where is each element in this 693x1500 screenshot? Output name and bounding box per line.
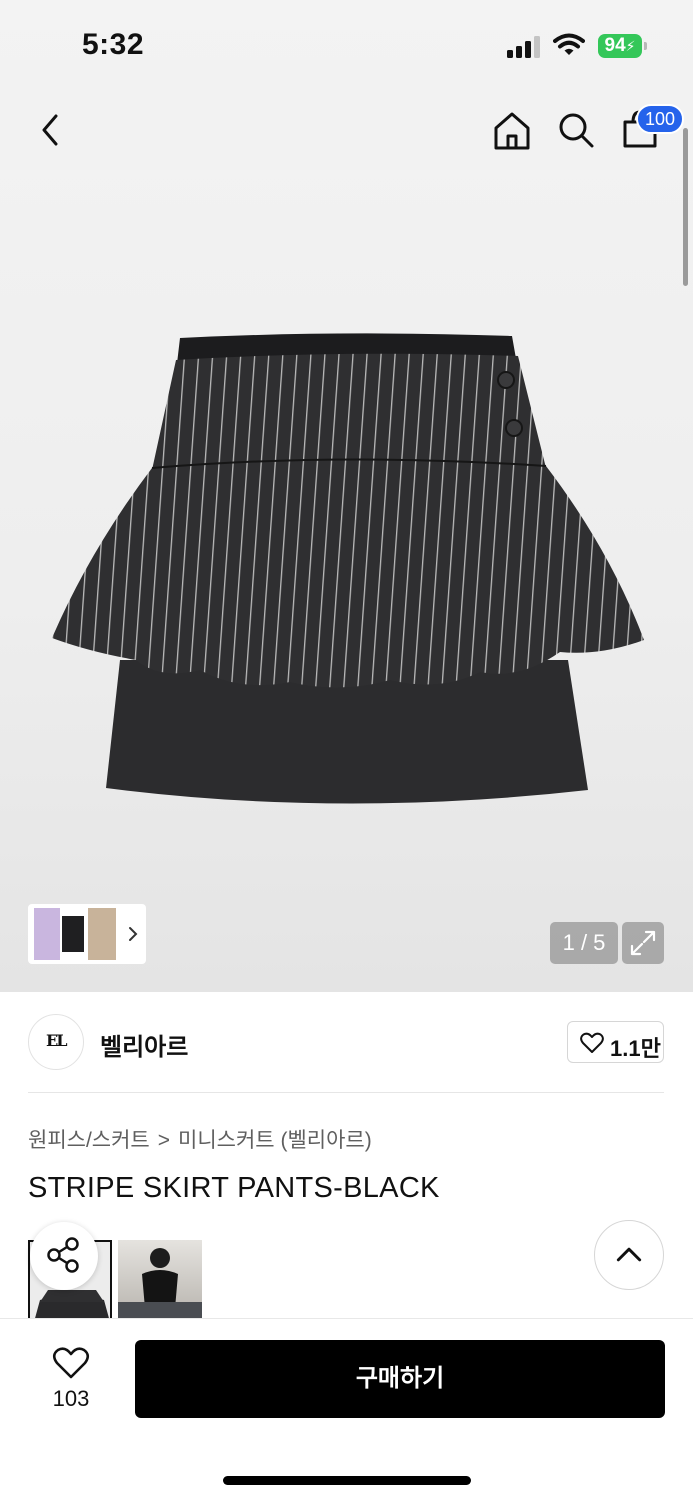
heart-icon[interactable]	[52, 1346, 90, 1380]
back-chevron-icon[interactable]	[34, 110, 68, 150]
battery-icon: 94⚡	[598, 34, 642, 58]
product-photo[interactable]	[40, 320, 660, 830]
home-indicator[interactable]	[223, 1476, 471, 1485]
wifi-icon	[553, 33, 585, 55]
page-indicator: 1 / 5	[550, 922, 618, 964]
share-icon[interactable]	[30, 1222, 98, 1290]
breadcrumb: 원피스/스커트 > 미니스커트 (벨리아르)	[28, 1124, 372, 1154]
brand-logo-mark: ЕL	[46, 1031, 68, 1050]
heart-icon	[580, 1032, 604, 1053]
battery-level: 94	[604, 35, 626, 56]
brand-row: ЕL 벨리아르 1.1만	[28, 1014, 664, 1072]
search-icon[interactable]	[556, 110, 596, 150]
cellular-signal-icon	[507, 36, 541, 58]
cart-count-badge: 100	[636, 104, 685, 134]
buy-button[interactable]: 구매하기	[135, 1340, 665, 1418]
wish-count: 103	[52, 1386, 90, 1411]
gallery-thumbnails[interactable]	[28, 904, 146, 964]
divider	[28, 1092, 664, 1093]
chevron-up-icon[interactable]	[594, 1220, 664, 1290]
detail-thumbnail[interactable]	[118, 1240, 202, 1320]
brand-like-count: 1.1만	[610, 1036, 661, 1061]
home-icon[interactable]	[492, 110, 532, 152]
brand-like-button[interactable]: 1.1만	[567, 1021, 664, 1063]
scroll-indicator	[683, 128, 688, 286]
gallery-thumbnail[interactable]	[62, 916, 84, 952]
product-title: STRIPE SKIRT PANTS-BLACK	[28, 1172, 440, 1204]
breadcrumb-category[interactable]: 원피스/스커트	[28, 1129, 150, 1152]
breadcrumb-separator: >	[157, 1129, 171, 1152]
status-time: 5:32	[82, 28, 145, 61]
brand-logo[interactable]: ЕL	[28, 1014, 84, 1070]
gallery-thumbnail[interactable]	[88, 908, 116, 960]
expand-icon[interactable]	[622, 922, 664, 964]
gallery-thumbnail[interactable]	[34, 908, 60, 960]
chevron-right-icon[interactable]	[126, 922, 140, 946]
battery-tip	[644, 42, 647, 50]
status-bar: 5:32 94⚡	[0, 0, 693, 90]
breadcrumb-subcategory[interactable]: 미니스커트 (벨리아르)	[178, 1129, 372, 1152]
brand-name[interactable]: 벨리아르	[100, 1027, 188, 1062]
